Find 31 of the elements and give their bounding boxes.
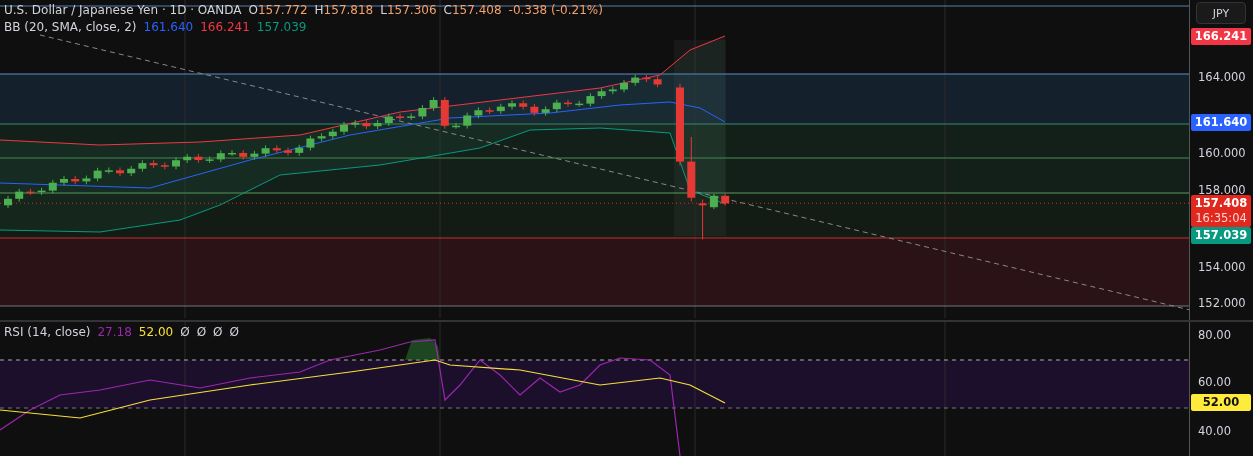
indicator-value: 27.18 bbox=[97, 325, 132, 339]
ohlc-value: H157.818 bbox=[314, 3, 374, 17]
ohlc-value: C157.408 bbox=[443, 3, 502, 17]
price-tag: 166.241 bbox=[1191, 28, 1252, 45]
price-tag: 161.640 bbox=[1191, 114, 1252, 131]
price-tick: 154.000 bbox=[1198, 260, 1246, 274]
indicator-name: RSI (14, close) bbox=[4, 325, 91, 339]
indicator-name: BB (20, SMA, close, 2) bbox=[4, 20, 137, 34]
ohlc-value: O157.772 bbox=[248, 3, 308, 17]
rsi-tag: 52.00 bbox=[1191, 394, 1252, 411]
ohlc-value: L157.306 bbox=[380, 3, 437, 17]
price-tag: 157.408 16:35:04 bbox=[1191, 195, 1252, 227]
price-change: -0.338 (-0.21%) bbox=[508, 3, 603, 17]
empty-value: Ø bbox=[213, 325, 223, 339]
indicator-value: 161.640 bbox=[143, 20, 194, 34]
rsi-tick: 60.00 bbox=[1198, 375, 1231, 389]
price-tag: 157.039 bbox=[1191, 227, 1252, 244]
price-tick: 152.000 bbox=[1198, 296, 1246, 310]
price-tick: 164.000 bbox=[1198, 70, 1246, 84]
indicator-value: 157.039 bbox=[256, 20, 307, 34]
empty-value: Ø bbox=[229, 325, 239, 339]
rsi-tick: 40.00 bbox=[1198, 424, 1231, 438]
indicator-value: 166.241 bbox=[200, 20, 250, 34]
empty-value: Ø bbox=[180, 325, 190, 339]
rsi-tick: 80.00 bbox=[1198, 328, 1231, 342]
price-tick: 158.000 bbox=[1198, 183, 1246, 197]
currency-button[interactable]: JPY bbox=[1196, 2, 1247, 24]
empty-value: Ø bbox=[196, 325, 207, 339]
price-tick: 160.000 bbox=[1198, 146, 1246, 160]
indicator-value: 52.00 bbox=[138, 325, 174, 339]
symbol-title: U.S. Dollar / Japanese Yen · 1D · OANDA bbox=[4, 3, 242, 17]
